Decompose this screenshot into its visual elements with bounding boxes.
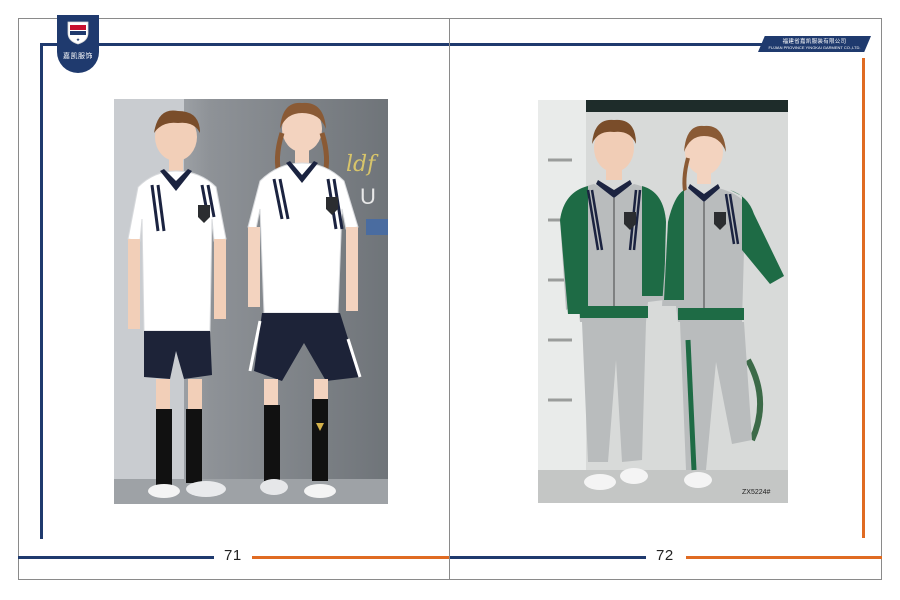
company-name-cn: 福建省嘉凯服装有限公司 — [782, 39, 847, 45]
brand-logo: ★ 嘉凯服饰 — [57, 15, 99, 73]
right-page-side-rule — [862, 58, 865, 538]
left-page-bottom-rule-orange — [252, 556, 449, 559]
backdrop-letter: U — [360, 184, 376, 209]
left-page-bottom-rule-blue — [18, 556, 214, 559]
logo-text: 嘉凯服饰 — [63, 53, 93, 60]
left-page-top-rule — [40, 43, 449, 46]
right-page-bottom-rule-blue — [450, 556, 646, 559]
company-banner: 福建省嘉凯服装有限公司 FUJIAN PROVINCE YINGKAI GARM… — [758, 36, 871, 52]
shield-icon: ★ — [67, 21, 89, 45]
photo-summer-uniform: ldf U — [114, 99, 388, 504]
right-page-bottom-rule-orange — [686, 556, 882, 559]
page-number-left: 71 — [224, 547, 242, 564]
company-name-en: FUJIAN PROVINCE YINGKAI GARMENT CO.,LTD. — [768, 45, 861, 50]
page-number-right: 72 — [656, 547, 674, 564]
left-page-side-rule — [40, 43, 43, 539]
product-code: ZX5224# — [742, 489, 771, 496]
page-gutter — [449, 18, 450, 580]
photo-tracksuit-uniform — [538, 100, 788, 503]
svg-text:ldf: ldf — [346, 152, 379, 177]
